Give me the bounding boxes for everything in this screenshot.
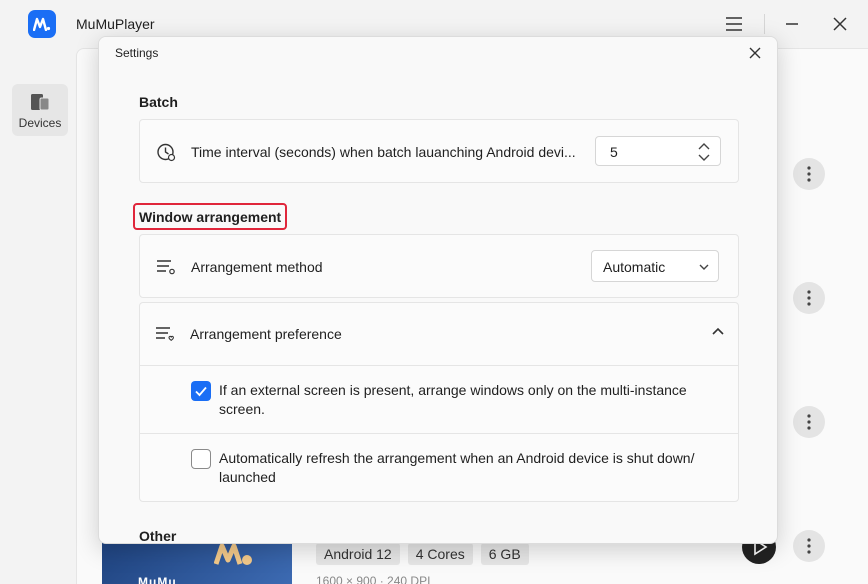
- device-spec-chips: Android 12 4 Cores 6 GB: [316, 543, 529, 565]
- arrangement-method-select[interactable]: Automatic: [591, 250, 719, 282]
- stepper-arrows-icon[interactable]: [696, 142, 712, 162]
- dialog-title: Settings: [115, 46, 159, 60]
- more-vertical-icon: [807, 538, 811, 554]
- settings-dialog-header: Settings: [99, 37, 777, 69]
- batch-interval-value: 5: [610, 144, 618, 160]
- auto-refresh-checkbox[interactable]: [191, 449, 211, 469]
- app-title: MuMuPlayer: [76, 16, 155, 32]
- sidebar-item-label: Devices: [18, 116, 62, 130]
- device-more-button[interactable]: [793, 530, 825, 562]
- arrangement-preference-header[interactable]: Arrangement preference: [139, 302, 739, 366]
- minimize-icon[interactable]: [782, 14, 802, 34]
- device-resolution: 1600 × 900 · 240 DPI: [316, 574, 431, 584]
- spec-chip: 4 Cores: [407, 543, 473, 565]
- device-thumbnail-label: MuMu: [138, 575, 177, 584]
- more-vertical-icon: [807, 166, 811, 182]
- settings-dialog: Settings Batch Time interval (seconds) w…: [98, 36, 778, 544]
- section-title-other: Other: [139, 528, 177, 544]
- list-settings-icon: [157, 260, 175, 275]
- auto-refresh-option-label: Automatically refresh the arrangement wh…: [219, 450, 695, 485]
- close-window-icon[interactable]: [830, 14, 850, 34]
- mumu-logo-icon: [28, 10, 56, 38]
- spec-chip: Android 12: [316, 543, 400, 565]
- titlebar-separator: [764, 14, 765, 34]
- sidebar-item-devices[interactable]: Devices: [12, 84, 68, 136]
- chevron-down-icon: [699, 264, 709, 270]
- clock-icon: [157, 143, 176, 162]
- list-heart-icon: [156, 327, 174, 341]
- external-screen-checkbox[interactable]: [191, 381, 211, 401]
- device-more-button[interactable]: [793, 158, 825, 190]
- batch-interval-input[interactable]: 5: [595, 136, 721, 166]
- divider: [139, 433, 739, 434]
- device-more-button[interactable]: [793, 282, 825, 314]
- chevron-up-icon[interactable]: [711, 327, 725, 337]
- spec-chip: 6 GB: [480, 543, 529, 565]
- devices-icon: [31, 94, 50, 111]
- external-screen-option-label: If an external screen is present, arrang…: [219, 382, 687, 417]
- check-icon: [195, 386, 207, 397]
- more-vertical-icon: [807, 290, 811, 306]
- section-title-window-arrangement: Window arrangement: [139, 209, 282, 225]
- section-title-batch: Batch: [139, 94, 178, 110]
- arrangement-method-label: Arrangement method: [191, 259, 323, 275]
- device-more-button[interactable]: [793, 406, 825, 438]
- close-icon[interactable]: [747, 45, 763, 61]
- arrangement-preference-label: Arrangement preference: [190, 326, 342, 342]
- divider: [139, 365, 739, 366]
- more-vertical-icon: [807, 414, 811, 430]
- hamburger-menu-icon[interactable]: [724, 14, 744, 34]
- arrangement-method-value: Automatic: [603, 259, 666, 275]
- mumu-logo-icon: [214, 543, 252, 565]
- batch-interval-label: Time interval (seconds) when batch lauan…: [191, 144, 576, 160]
